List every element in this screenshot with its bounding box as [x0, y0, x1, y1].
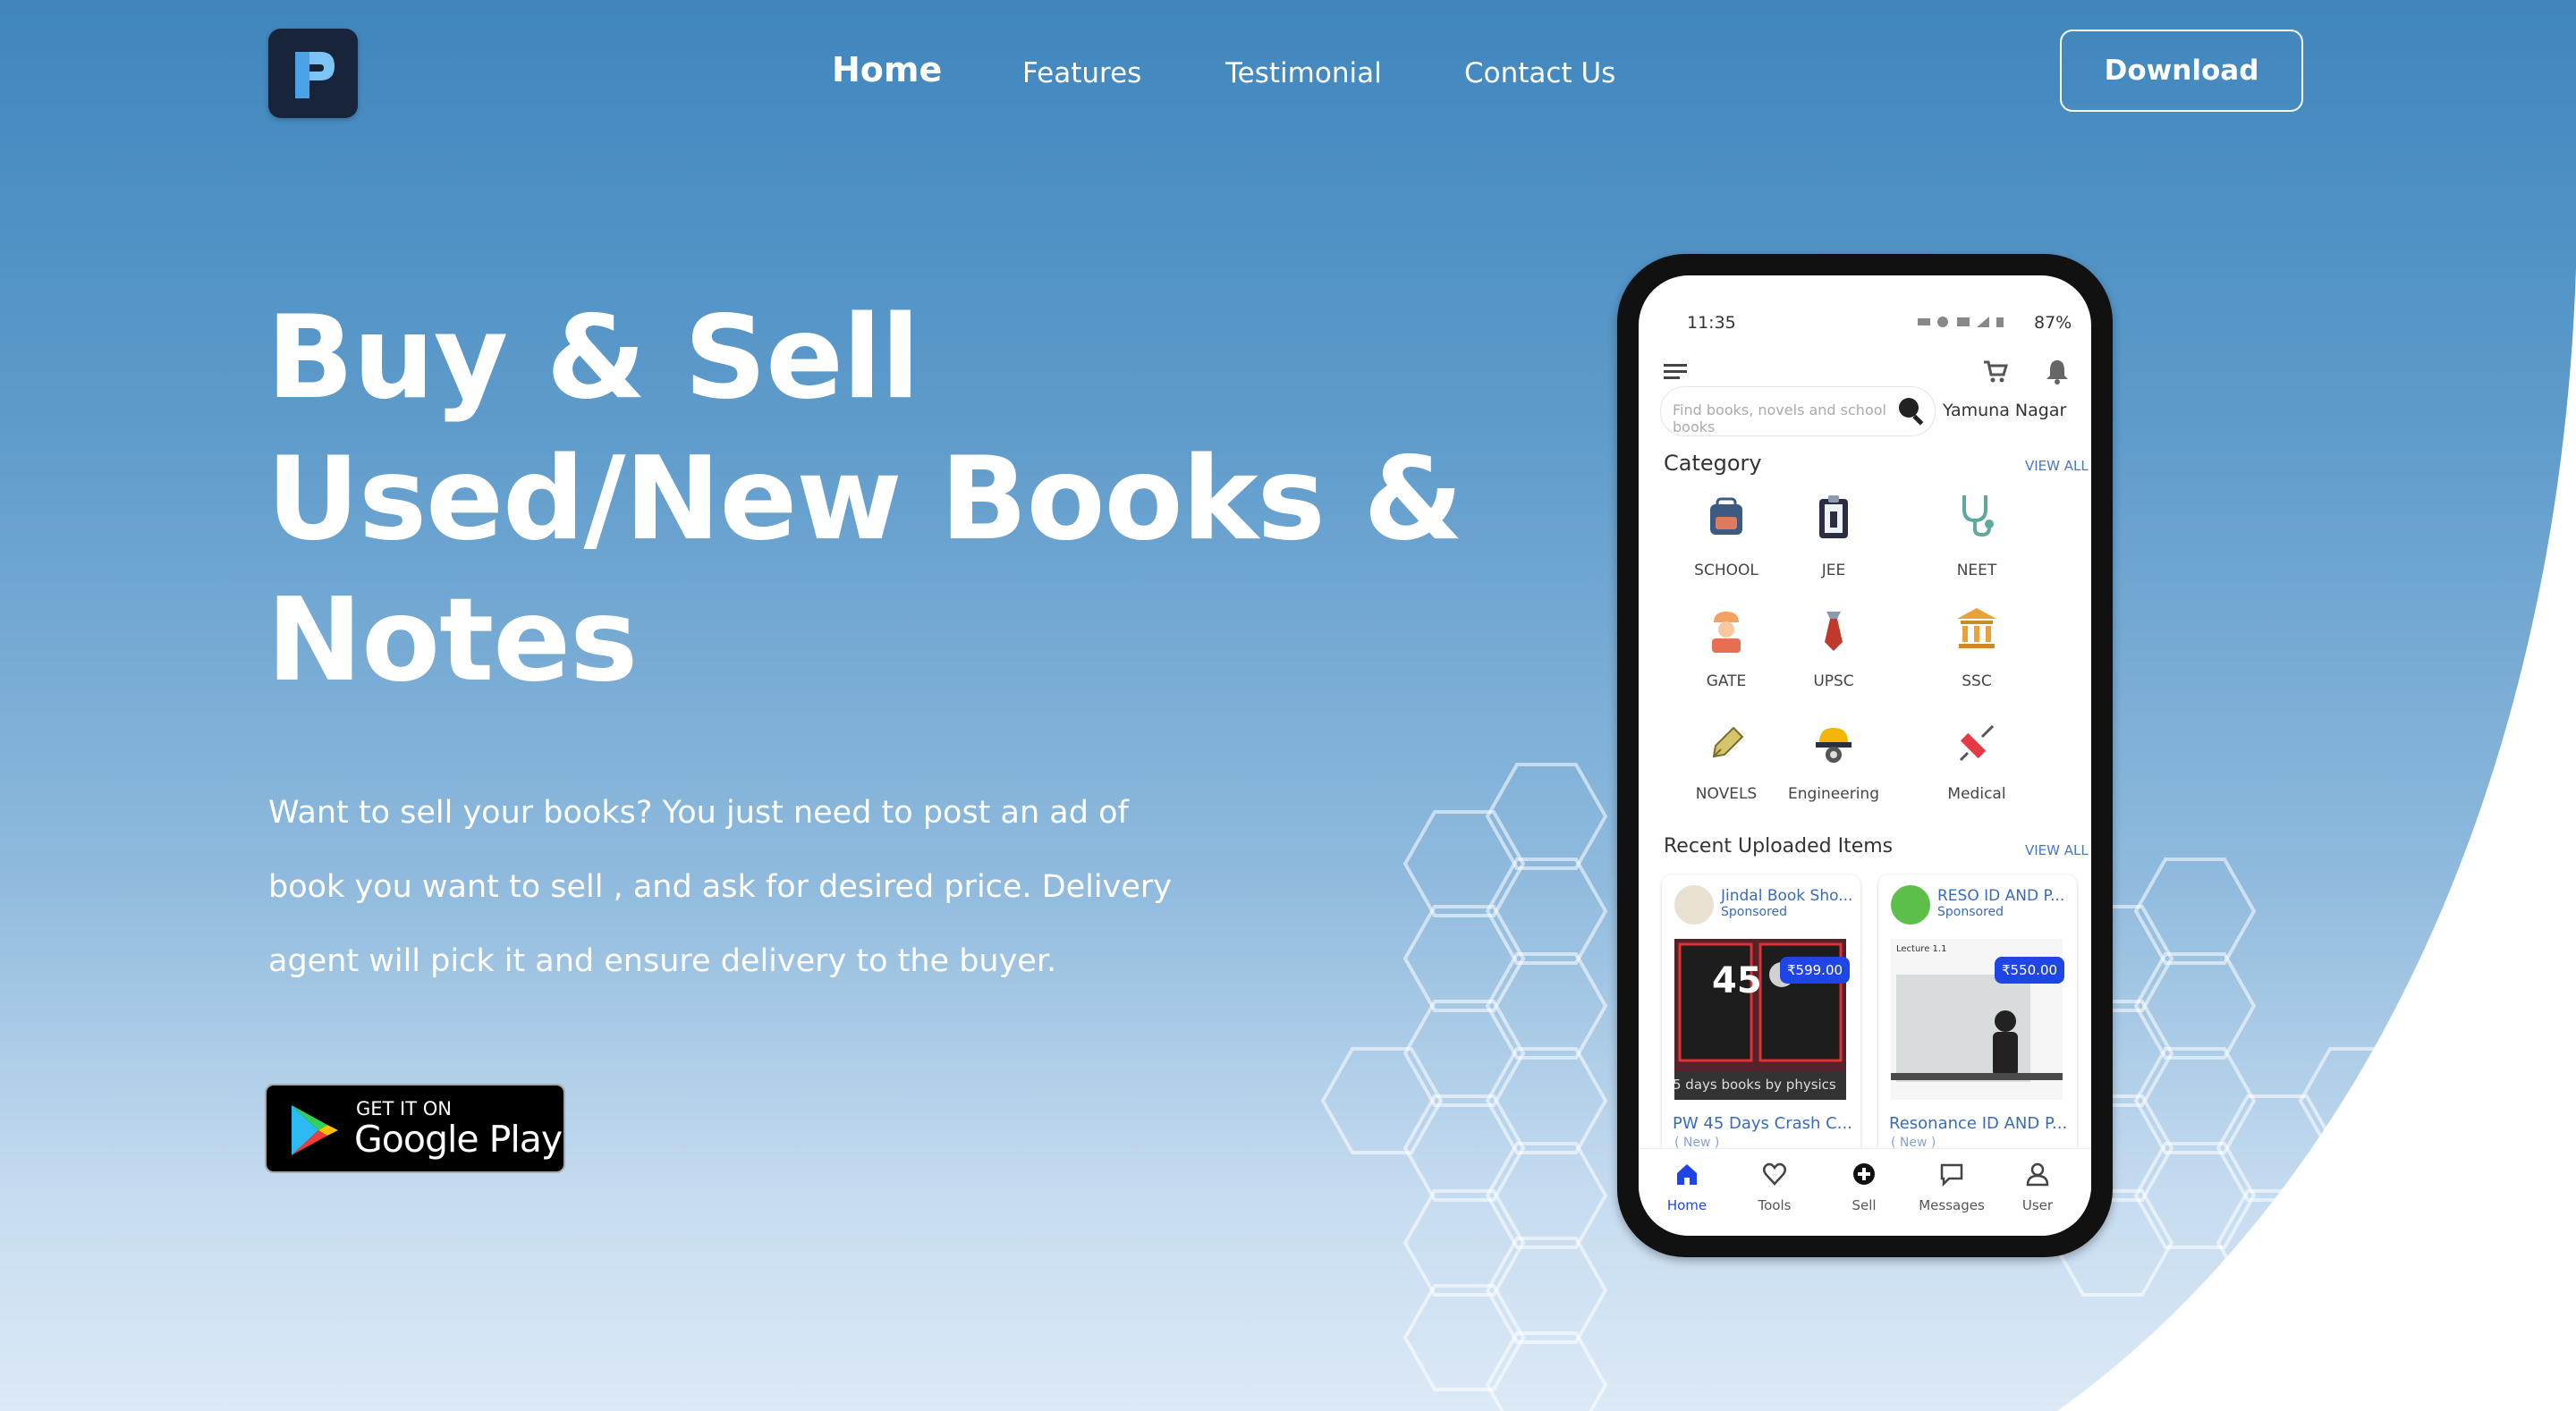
nav-home[interactable]: Home	[832, 43, 942, 97]
seller-avatar	[1674, 885, 1714, 925]
nav-testimonial[interactable]: Testimonial	[1225, 46, 1382, 100]
status-time: 11:35	[1687, 313, 1736, 333]
book-cover-number: 45	[1712, 960, 1762, 1001]
recent-view-all[interactable]: VIEW ALL	[2025, 842, 2089, 858]
hero-title-line-3: Notes	[267, 574, 638, 707]
sponsored-label: Sponsored	[1937, 905, 2004, 919]
search-placeholder: Find books, novels and school books	[1673, 401, 1886, 435]
category-engineering[interactable]: Engineering	[1771, 785, 1896, 803]
engineering-helmet-icon[interactable]	[1809, 717, 1859, 767]
bottom-nav-label: Sell	[1852, 1197, 1877, 1213]
seller-avatar	[1891, 885, 1930, 925]
bottom-nav-tools[interactable]: Tools	[1732, 1154, 1818, 1226]
chat-bubble-icon	[1940, 1163, 1963, 1187]
badge-small-text: GET IT ON	[356, 1098, 452, 1120]
category-school[interactable]: SCHOOL	[1664, 562, 1789, 579]
book-cover-caption: 5 days books by physics	[1673, 1077, 1836, 1093]
hero-title: Buy & Sell Used/New Books & Notes	[267, 288, 1463, 712]
home-icon	[1677, 1164, 1697, 1185]
category-heading: Category	[1664, 451, 1762, 476]
hero-description: Want to sell your books? You just need t…	[268, 795, 1172, 979]
status-icons	[1918, 317, 2004, 327]
nav-features[interactable]: Features	[1022, 46, 1141, 100]
price-tag: ₹599.00	[1780, 957, 1851, 984]
menu-icon[interactable]	[1664, 361, 1689, 383]
stethoscope-icon[interactable]	[1952, 490, 2002, 540]
app-logo[interactable]	[268, 29, 358, 118]
hero-title-line-2: Used/New Books &	[267, 433, 1463, 566]
category-ssc[interactable]: SSC	[1914, 672, 2039, 690]
price-tag: ₹550.00	[1995, 957, 2065, 984]
lecture-caption: Lecture 1.1	[1896, 944, 1947, 954]
sponsored-label: Sponsored	[1721, 905, 1788, 919]
government-building-icon[interactable]	[1952, 603, 2002, 653]
location-selector[interactable]: Yamuna Nagar	[1943, 401, 2066, 420]
syringe-icon[interactable]	[1952, 719, 2002, 769]
clipboard-icon[interactable]	[1809, 492, 1859, 542]
notification-bell-icon[interactable]	[2045, 358, 2070, 384]
download-button[interactable]: Download	[2060, 30, 2303, 112]
bottom-nav-sell[interactable]: Sell	[1821, 1154, 1907, 1226]
google-play-icon	[292, 1105, 338, 1155]
bottom-nav-label: Messages	[1919, 1197, 1985, 1213]
bottom-nav-label: Home	[1666, 1197, 1707, 1213]
user-icon	[2026, 1162, 2049, 1187]
landing-page: Home Features Testimonial Contact Us Dow…	[0, 0, 2576, 1411]
seller-name: RESO ID AND P...	[1937, 887, 2065, 905]
bottom-nav-messages[interactable]: Messages	[1909, 1154, 1995, 1226]
cart-icon[interactable]	[1982, 359, 2009, 384]
fountain-pen-icon[interactable]	[1701, 719, 1751, 769]
logo-p-icon	[295, 52, 335, 98]
engineer-worker-icon[interactable]	[1701, 604, 1751, 655]
seller-name: Jindal Book Sho...	[1721, 887, 1853, 905]
nav-contact-us[interactable]: Contact Us	[1464, 46, 1615, 100]
phone-screen: 11:35 87% Find books, novels and school …	[1639, 275, 2091, 1236]
google-play-badge[interactable]: GET IT ON Google Play	[265, 1084, 565, 1173]
listing-title: Resonance ID AND P...	[1889, 1114, 2068, 1133]
hero-title-line-1: Buy & Sell	[267, 291, 920, 425]
search-icon[interactable]	[1896, 395, 1928, 427]
recent-items-heading: Recent Uploaded Items	[1664, 835, 1894, 858]
category-upsc[interactable]: UPSC	[1771, 672, 1896, 690]
bottom-nav-label: User	[2021, 1197, 2054, 1213]
badge-big-text: Google Play	[354, 1118, 563, 1161]
phone-mockup: 11:35 87% Find books, novels and school …	[1617, 254, 2113, 1257]
bottom-nav-user[interactable]: User	[1995, 1154, 2080, 1226]
category-medical[interactable]: Medical	[1914, 785, 2039, 803]
category-jee[interactable]: JEE	[1771, 562, 1896, 579]
listing-card[interactable]: RESO ID AND P... Sponsored Lecture 1.1 ₹…	[1878, 874, 2077, 1170]
listing-title: PW 45 Days Crash C...	[1673, 1114, 1852, 1133]
necktie-icon[interactable]	[1809, 606, 1859, 656]
category-view-all[interactable]: VIEW ALL	[2025, 458, 2089, 474]
category-novels[interactable]: NOVELS	[1664, 785, 1789, 803]
heart-icon	[1763, 1162, 1786, 1186]
category-gate[interactable]: GATE	[1664, 672, 1789, 690]
bottom-nav-home[interactable]: Home	[1644, 1154, 1730, 1226]
listing-card[interactable]: Jindal Book Sho... Sponsored 45 5 days b…	[1662, 874, 1860, 1170]
bottom-nav-label: Tools	[1758, 1197, 1792, 1213]
bottom-navigation: Home Tools Sell Messages User	[1639, 1148, 2091, 1236]
status-battery: 87%	[2034, 313, 2072, 333]
white-wave-shape	[2057, 268, 2576, 1411]
add-circle-icon	[1853, 1163, 1875, 1185]
category-neet[interactable]: NEET	[1914, 562, 2039, 579]
school-bag-icon[interactable]	[1701, 492, 1751, 542]
